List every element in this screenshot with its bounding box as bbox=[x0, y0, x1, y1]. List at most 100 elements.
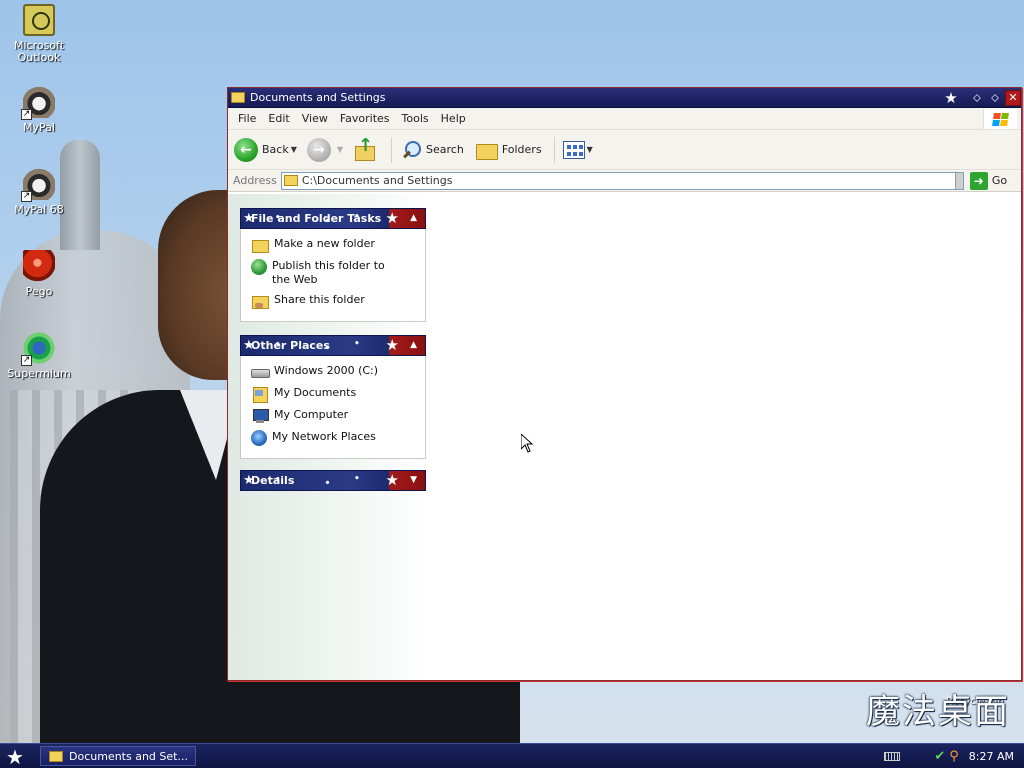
address-dropdown-button[interactable] bbox=[954, 172, 963, 189]
star-icon: ★ bbox=[385, 209, 399, 227]
task-label: Share this folder bbox=[274, 293, 365, 306]
back-label: Back bbox=[262, 143, 289, 156]
folder-icon bbox=[49, 750, 63, 762]
back-arrow-icon: ← bbox=[234, 137, 258, 162]
star-icon: ★ bbox=[385, 471, 399, 489]
place-my-documents[interactable]: My Documents bbox=[251, 386, 425, 403]
search-label: Search bbox=[426, 143, 464, 156]
close-button[interactable]: ✕ bbox=[1005, 89, 1021, 106]
new-folder-icon bbox=[251, 237, 269, 253]
place-label: My Documents bbox=[274, 386, 357, 399]
go-arrow-icon: ➜ bbox=[969, 171, 988, 190]
go-label: Go bbox=[991, 174, 1008, 187]
folders-button[interactable]: Folders bbox=[474, 140, 542, 160]
place-label: Windows 2000 (C:) bbox=[274, 364, 379, 377]
desktop-icon-label: Supermium bbox=[7, 367, 71, 380]
task-label: Make a new folder bbox=[274, 237, 375, 250]
panel-header-tasks[interactable]: ★ File and Folder Tasks ★ ▲ bbox=[240, 208, 426, 229]
publish-web-icon bbox=[251, 259, 267, 275]
desktop-icon-mypal68[interactable]: ↗ MyPal 68 bbox=[1, 168, 77, 216]
desktop-icon-label: MyPal 68 bbox=[14, 203, 64, 216]
go-button[interactable]: ➜ Go bbox=[969, 171, 1008, 190]
watermark-logo: 魔法桌面 bbox=[866, 692, 1010, 732]
desktop-icon-supermium[interactable]: ↗ Supermium bbox=[1, 332, 77, 380]
search-button[interactable]: Search bbox=[400, 139, 464, 161]
taskbar-window-button[interactable]: Documents and Set... bbox=[40, 746, 196, 766]
up-folder-icon bbox=[353, 135, 376, 161]
collapse-icon[interactable]: ▲ bbox=[410, 213, 417, 223]
desktop-icon-outlook[interactable]: Microsoft Outlook bbox=[1, 4, 77, 64]
expand-icon[interactable]: ▼ bbox=[410, 475, 417, 485]
taskbar-window-label: Documents and Set... bbox=[69, 749, 188, 763]
window-titlebar[interactable]: Documents and Settings ★ ⬦ ⬦ ✕ bbox=[228, 88, 1021, 108]
shortcut-arrow-icon: ↗ bbox=[21, 191, 32, 202]
views-button[interactable]: ▼ bbox=[562, 140, 593, 159]
supermium-icon: ↗ bbox=[21, 332, 55, 366]
menu-file[interactable]: File bbox=[232, 112, 262, 125]
back-button[interactable]: ← Back ▼ bbox=[234, 137, 297, 162]
shortcut-arrow-icon: ↗ bbox=[21, 355, 32, 366]
panel-other-places: ★ Other Places ★ ▲ Windows 2000 (C:) My … bbox=[240, 335, 426, 459]
share-folder-icon bbox=[251, 293, 269, 309]
folder-content-area[interactable]: ★ File and Folder Tasks ★ ▲ Make a new f… bbox=[228, 194, 1021, 680]
keyboard-icon[interactable] bbox=[884, 751, 901, 761]
place-label: My Computer bbox=[274, 408, 349, 421]
shortcut-arrow-icon: ↗ bbox=[21, 109, 32, 120]
back-dropdown-icon[interactable]: ▼ bbox=[291, 145, 297, 154]
task-label: Publish this folder to the Web bbox=[272, 259, 385, 286]
task-pane: ★ File and Folder Tasks ★ ▲ Make a new f… bbox=[228, 194, 428, 680]
outlook-icon bbox=[23, 4, 55, 36]
clock[interactable]: 8:27 AM bbox=[969, 750, 1014, 763]
panel-file-folder-tasks: ★ File and Folder Tasks ★ ▲ Make a new f… bbox=[240, 208, 426, 322]
place-label: My Network Places bbox=[272, 430, 376, 443]
desktop-icon-label: Pego bbox=[25, 285, 53, 298]
network-tray-icon[interactable]: ✔ bbox=[934, 749, 945, 764]
windows-logo-icon bbox=[983, 109, 1017, 129]
my-documents-icon bbox=[251, 386, 269, 403]
menu-tools[interactable]: Tools bbox=[396, 112, 435, 125]
explorer-window: Documents and Settings ★ ⬦ ⬦ ✕ File Edit… bbox=[227, 87, 1022, 681]
forward-button[interactable]: → ▼ bbox=[306, 137, 343, 162]
menu-edit[interactable]: Edit bbox=[262, 112, 295, 125]
place-drive-c[interactable]: Windows 2000 (C:) bbox=[251, 364, 425, 380]
task-share-folder[interactable]: Share this folder bbox=[251, 293, 425, 309]
views-icon bbox=[562, 140, 585, 159]
folder-icon bbox=[231, 92, 245, 103]
task-publish-web[interactable]: Publish this folder to the Web bbox=[251, 259, 425, 287]
address-bar: Address C:\Documents and Settings ➜ Go bbox=[228, 170, 1021, 192]
panel-title: Other Places bbox=[251, 339, 330, 352]
search-tray-icon[interactable]: ⚲ bbox=[949, 749, 959, 764]
panel-header-other-places[interactable]: ★ Other Places ★ ▲ bbox=[240, 335, 426, 356]
standard-toolbar: ← Back ▼ → ▼ Search Folders ▼ bbox=[228, 130, 1021, 170]
panel-title: File and Folder Tasks bbox=[251, 212, 382, 225]
desktop-icon-label: Microsoft Outlook bbox=[13, 39, 65, 64]
address-input[interactable]: C:\Documents and Settings bbox=[280, 171, 964, 190]
start-button[interactable]: ★ bbox=[6, 745, 24, 768]
up-folder-button[interactable] bbox=[353, 135, 379, 161]
mypal68-icon: ↗ bbox=[21, 168, 55, 202]
menu-favorites[interactable]: Favorites bbox=[334, 112, 396, 125]
views-dropdown-icon[interactable]: ▼ bbox=[587, 145, 593, 154]
drive-icon bbox=[251, 364, 270, 380]
maximize-button[interactable]: ⬦ bbox=[987, 90, 1003, 106]
place-network-places[interactable]: My Network Places bbox=[251, 430, 425, 446]
my-computer-icon bbox=[251, 408, 269, 424]
panel-details: ★ Details ★ ▼ bbox=[240, 470, 426, 491]
folders-icon bbox=[474, 140, 498, 160]
desktop-icon-pego[interactable]: Pego bbox=[1, 250, 77, 298]
panel-header-details[interactable]: ★ Details ★ ▼ bbox=[240, 470, 426, 491]
toolbar-separator bbox=[391, 136, 393, 163]
forward-dropdown-icon[interactable]: ▼ bbox=[337, 145, 343, 154]
address-value: C:\Documents and Settings bbox=[301, 174, 453, 187]
star-icon: ★ bbox=[385, 336, 399, 354]
desktop-icon-mypal[interactable]: ↗ MyPal bbox=[1, 86, 77, 134]
menu-view[interactable]: View bbox=[296, 112, 334, 125]
panel-body-tasks: Make a new folder Publish this folder to… bbox=[240, 229, 426, 322]
menu-help[interactable]: Help bbox=[435, 112, 472, 125]
task-make-new-folder[interactable]: Make a new folder bbox=[251, 237, 425, 253]
panel-title: Details bbox=[251, 474, 295, 487]
collapse-icon[interactable]: ▲ bbox=[410, 340, 417, 350]
minimize-button[interactable]: ⬦ bbox=[969, 90, 985, 106]
star-icon: ★ bbox=[944, 88, 958, 107]
place-my-computer[interactable]: My Computer bbox=[251, 408, 425, 424]
